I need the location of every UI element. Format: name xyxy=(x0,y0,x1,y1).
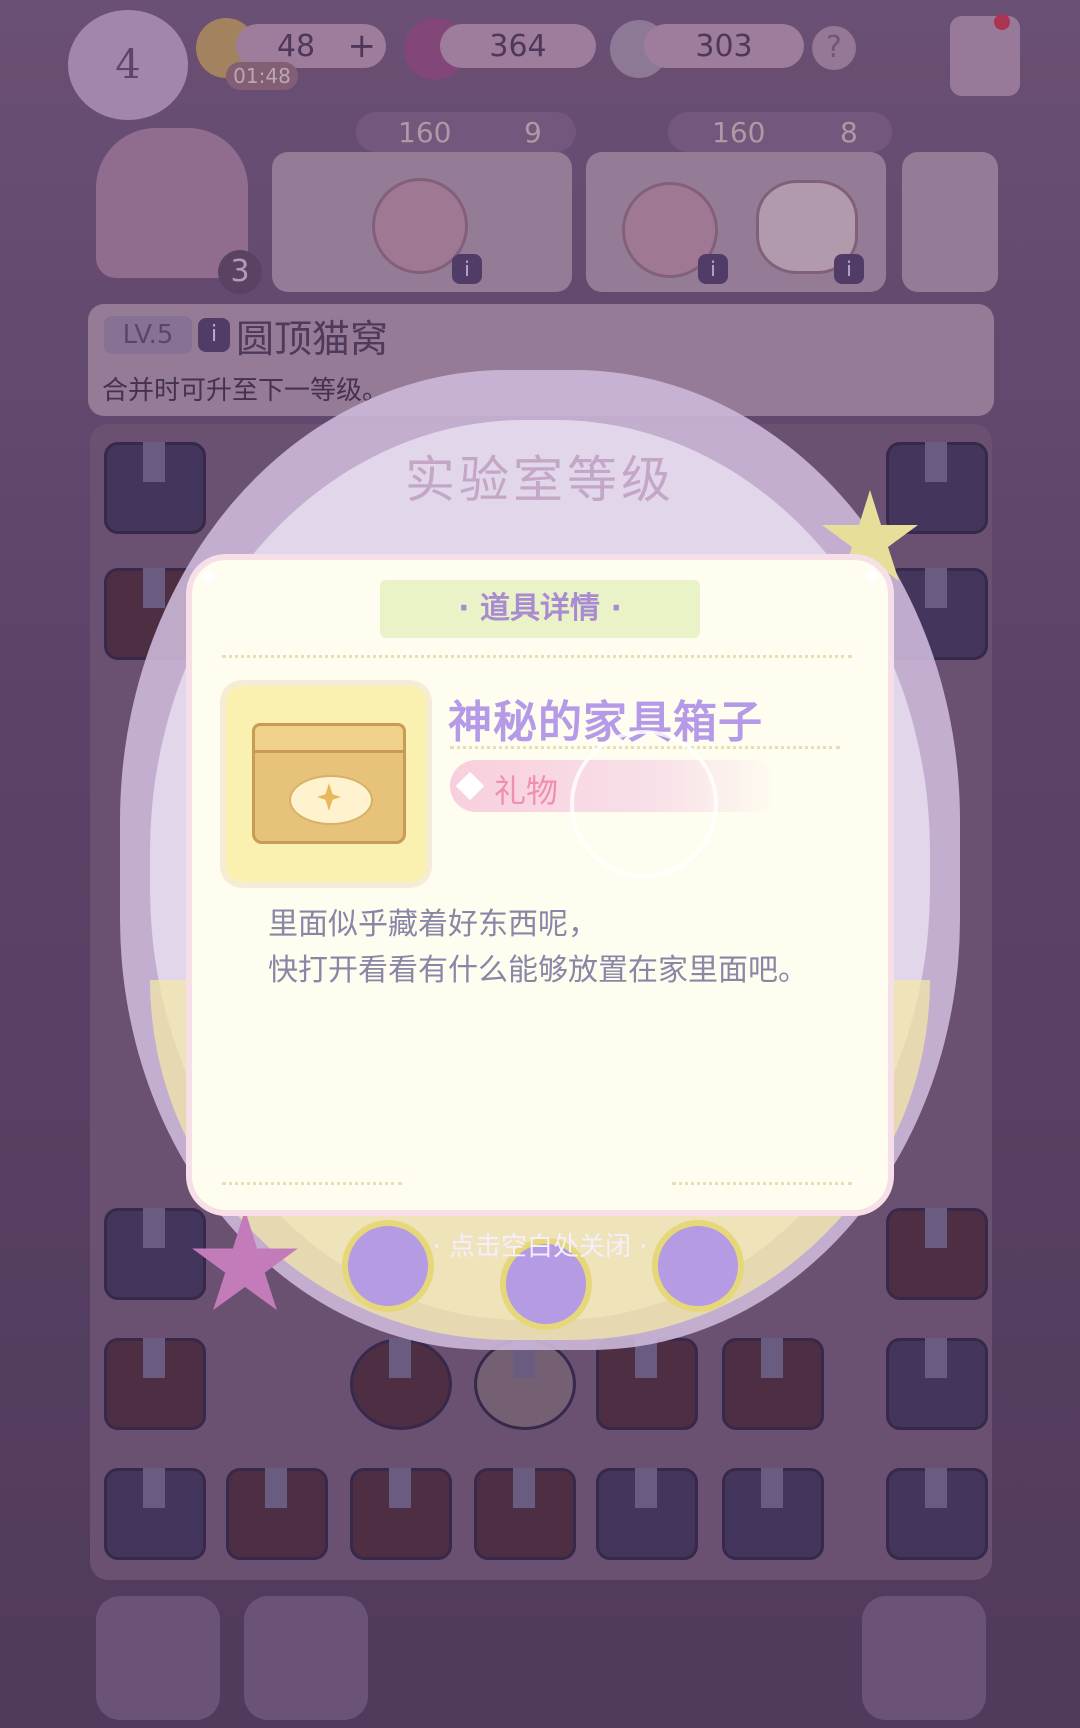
dialog-header: · 道具详情 · xyxy=(380,580,700,638)
item-tag-label: 礼物 xyxy=(494,772,559,810)
description-line: 里面似乎藏着好东西呢， xyxy=(268,907,598,942)
tap-ring xyxy=(570,730,718,878)
sparkle-icon: ✦ xyxy=(860,560,886,595)
dialog-divider xyxy=(222,1182,402,1185)
dialog-divider xyxy=(672,1182,852,1185)
box-lid xyxy=(252,723,406,753)
item-description: 里面似乎藏着好东西呢， 快打开看看有什么能够放置在家里面吧。 xyxy=(268,902,808,994)
sparkle-icon: ✦ xyxy=(196,560,222,595)
close-hint: · 点击空白处关闭 · xyxy=(432,1232,648,1262)
box-icon xyxy=(252,723,406,844)
lab-level-title: 实验室等级 xyxy=(405,451,675,509)
description-line: 快打开看看有什么能够放置在家里面吧。 xyxy=(268,953,808,988)
dialog-divider xyxy=(222,655,852,658)
